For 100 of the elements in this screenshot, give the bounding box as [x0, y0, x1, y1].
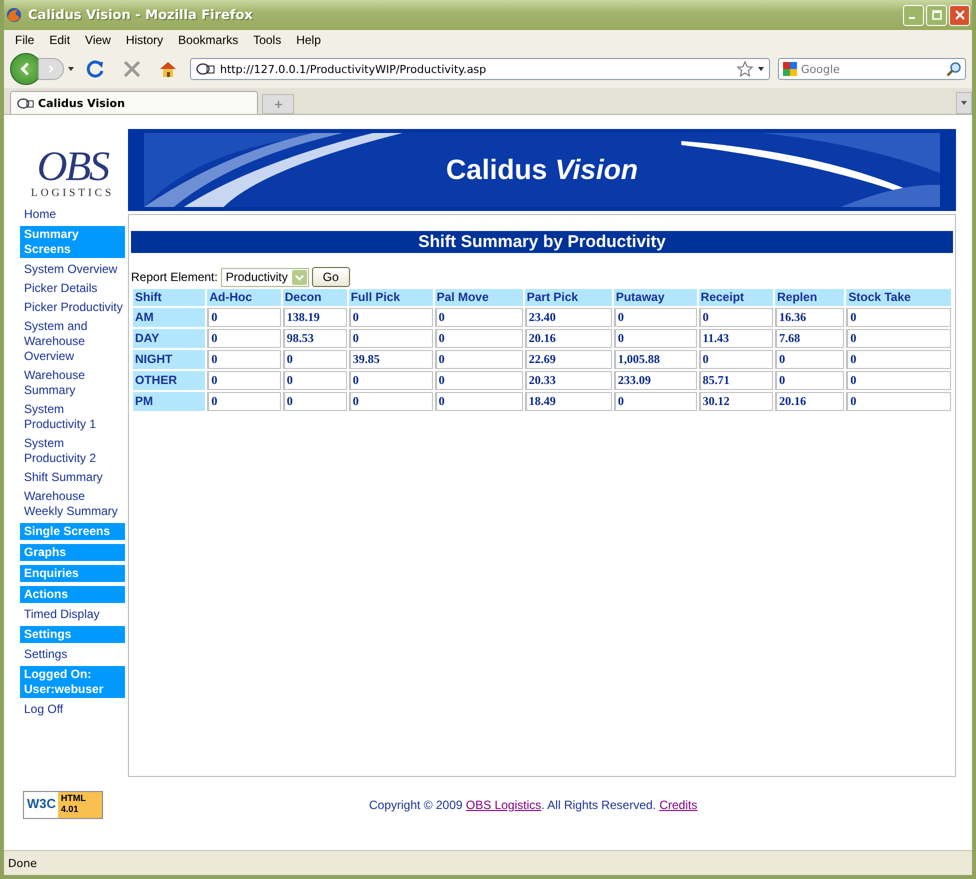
dropdown-icon — [292, 270, 307, 284]
sidebar-header: Actions — [20, 586, 125, 603]
table-cell: 1,005.88 — [614, 350, 697, 369]
table-cell: 0 — [614, 308, 697, 327]
star-icon[interactable] — [736, 60, 754, 78]
menu-item[interactable]: File — [8, 33, 42, 47]
table-cell: 20.16 — [524, 329, 612, 348]
row-header: AM — [133, 308, 206, 327]
table-cell: 7.68 — [775, 329, 844, 348]
go-button[interactable]: Go — [312, 267, 350, 287]
menu-item[interactable]: View — [78, 33, 119, 47]
search-field[interactable]: Google — [778, 58, 966, 80]
table-cell: 0 — [348, 392, 433, 411]
table-cell: 0 — [846, 371, 951, 390]
table-cell: 0 — [434, 371, 523, 390]
search-icon[interactable] — [946, 61, 962, 77]
table-cell: 0 — [348, 371, 433, 390]
menu-item[interactable]: Bookmarks — [171, 33, 246, 47]
dropdown-icon — [961, 101, 967, 105]
table-cell: 0 — [282, 350, 347, 369]
table-cell: 23.40 — [524, 308, 612, 327]
table-cell: 0 — [614, 392, 697, 411]
sidebar-link[interactable]: Picker Productivity — [20, 300, 125, 315]
sidebar-header: Summary Screens — [20, 226, 125, 258]
column-header: Full Pick — [348, 289, 433, 306]
table-cell: 0 — [698, 350, 774, 369]
table-cell: 0 — [434, 308, 523, 327]
browser-tab[interactable]: Calidus Vision — [10, 91, 258, 114]
table-cell: 18.49 — [524, 392, 612, 411]
table-cell: 0 — [775, 350, 844, 369]
field-label: Report Element: — [131, 270, 218, 284]
table-cell: 0 — [846, 329, 951, 348]
column-header: Putaway — [614, 289, 697, 306]
close-button[interactable] — [949, 4, 970, 26]
menu-item[interactable]: Tools — [246, 33, 290, 47]
window-title: Calidus Vision - Mozilla Firefox — [28, 8, 254, 22]
company-link[interactable]: OBS Logistics — [466, 798, 542, 812]
column-header: Replen — [775, 289, 844, 306]
site-icon — [17, 96, 35, 110]
sidebar-link[interactable]: Home — [20, 207, 125, 222]
table-cell: 11.43 — [698, 329, 774, 348]
column-header: Shift — [133, 289, 206, 306]
sidebar-link[interactable]: System and Warehouse Overview — [20, 319, 125, 364]
sidebar-link[interactable]: System Productivity 1 — [20, 402, 125, 432]
table-cell: 0 — [614, 329, 697, 348]
row-header: DAY — [133, 329, 206, 348]
report-element-select[interactable]: Productivity — [220, 268, 309, 286]
sidebar-header: Single Screens — [20, 523, 125, 540]
sidebar-link[interactable]: Shift Summary — [20, 470, 125, 485]
menu-item[interactable]: Edit — [42, 33, 78, 47]
sidebar-link[interactable]: Picker Details — [20, 281, 125, 296]
credits-link[interactable]: Credits — [659, 798, 698, 812]
sidebar-link[interactable]: System Productivity 2 — [20, 436, 125, 466]
tab-list-button[interactable] — [956, 92, 972, 114]
table-cell: 0 — [207, 308, 281, 327]
dropdown-icon[interactable] — [758, 67, 764, 71]
table-cell: 0 — [434, 350, 523, 369]
table-cell: 138.19 — [282, 308, 347, 327]
sidebar-link[interactable]: Log Off — [20, 702, 125, 717]
site-icon — [196, 62, 216, 76]
reload-icon[interactable] — [86, 59, 106, 79]
sidebar-header: Enquiries — [20, 565, 125, 582]
table-cell: 0 — [207, 371, 281, 390]
sidebar-link[interactable]: Warehouse Summary — [20, 368, 125, 398]
table-cell: 39.85 — [348, 350, 433, 369]
table-cell: 0 — [775, 371, 844, 390]
table-cell: 0 — [846, 392, 951, 411]
column-header: Pal Move — [434, 289, 523, 306]
table-cell: 0 — [698, 308, 774, 327]
sidebar-link[interactable]: System Overview — [20, 262, 125, 277]
sidebar-link[interactable]: Settings — [20, 647, 125, 662]
copyright-text: Copyright © 2009 OBS Logistics. All Rights Reserved. Credits — [369, 798, 698, 812]
engine-icon[interactable] — [782, 61, 798, 77]
table-cell: 0 — [846, 350, 951, 369]
logo-tagline: LOGISTICS — [30, 187, 114, 199]
address-field[interactable]: http://127.0.0.1/ProductivityWIP/Productivity.asp — [190, 58, 770, 80]
menu-item[interactable]: History — [118, 33, 172, 47]
table-cell: 85.71 — [698, 371, 774, 390]
table-cell: 20.16 — [775, 392, 844, 411]
column-header: Decon — [282, 289, 347, 306]
table-cell: 16.36 — [775, 308, 844, 327]
table-cell: 0 — [348, 329, 433, 348]
sidebar-link[interactable]: Warehouse Weekly Summary — [20, 489, 125, 519]
sidebar-link[interactable]: Timed Display — [20, 607, 125, 622]
column-header: Stock Take — [846, 289, 951, 306]
home-icon[interactable] — [158, 59, 178, 79]
table-cell: 0 — [207, 329, 281, 348]
plus-icon — [274, 100, 282, 108]
table-cell: 30.12 — [698, 392, 774, 411]
table-cell: 0 — [434, 392, 523, 411]
table-cell: 0 — [207, 350, 281, 369]
column-header: Ad-Hoc — [207, 289, 281, 306]
dropdown-icon[interactable] — [68, 67, 74, 71]
close-icon — [954, 10, 964, 20]
table-cell: 22.69 — [524, 350, 612, 369]
table-cell: 20.33 — [524, 371, 612, 390]
sidebar-header: Logged On: User:webuser — [20, 666, 125, 698]
menu-item[interactable]: Help — [289, 33, 329, 47]
column-header: Part Pick — [524, 289, 612, 306]
table-cell: 0 — [282, 392, 347, 411]
